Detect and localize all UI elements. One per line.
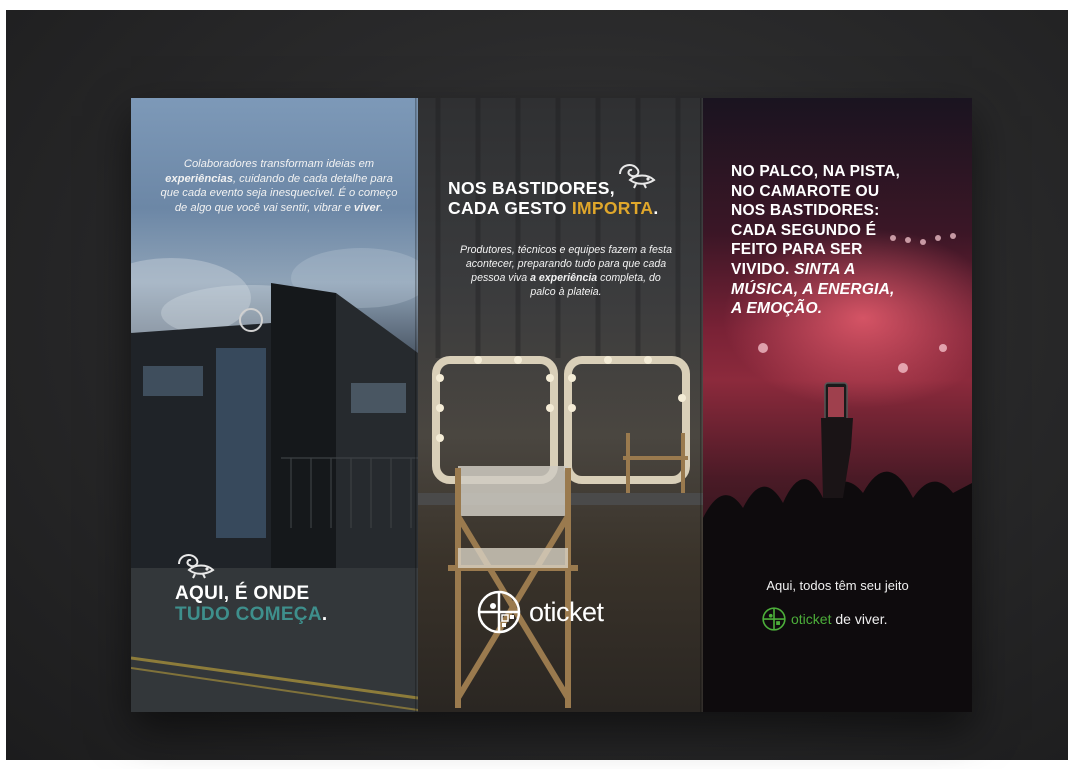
intro-emphasis-viver: viver (353, 201, 381, 214)
headline-italic-line-2: A EMOÇÃO. (731, 300, 823, 318)
oticket-logo-icon (477, 590, 521, 634)
tagline-line-1: Aqui, todos têm seu jeito (766, 578, 909, 593)
panel-left-headline: AQUI, É ONDE TUDO COMEÇA. (175, 583, 327, 625)
panel-right-headline: NO PALCO, NA PISTA, NO CAMAROTE OU NOS B… (731, 162, 900, 319)
chameleon-icon (178, 554, 215, 579)
chameleon-icon (619, 164, 656, 189)
panel-left: Colaboradores transformam ideias em expe… (131, 98, 418, 712)
mockup-background: Colaboradores transformam ideias em expe… (6, 10, 1068, 760)
headline-line-3: NOS BASTIDORES: (731, 202, 880, 220)
intro-text: Colaboradores transformam ideias em (183, 158, 375, 170)
panel-middle-body: Produtores, técnicos e equipes fazem a f… (460, 243, 672, 299)
intro-emphasis: experiências (165, 172, 233, 185)
headline-dot: . (653, 198, 659, 218)
panel-left-intro: Colaboradores transformam ideias em expe… (159, 157, 399, 215)
headline-dot: . (321, 604, 328, 625)
logo-wordmark: oticket (529, 596, 604, 627)
headline-line-5: FEITO PARA SER (731, 241, 863, 259)
tagline-brand: oticket (791, 611, 832, 627)
headline-line-4: CADA SEGUNDO É (731, 221, 877, 239)
body-emphasis: a experiência (530, 272, 598, 284)
headline-line-1: AQUI, É ONDE (175, 583, 310, 604)
trifold-brochure: Colaboradores transformam ideias em expe… (131, 98, 972, 712)
headline-line-2: NO CAMAROTE OU (731, 182, 880, 200)
headline-line-2: CADA GESTO (448, 198, 572, 218)
intro-period: . (380, 201, 384, 214)
headline-italic-line-1: MÚSICA, A ENERGIA, (731, 280, 895, 298)
headline-line-1: NO PALCO, NA PISTA, (731, 163, 900, 180)
panel-middle: NOS BASTIDORES, CADA GESTO IMPORTA. Prod… (418, 98, 703, 712)
oticket-logo: oticket (475, 588, 604, 636)
panel-right: NO PALCO, NA PISTA, NO CAMAROTE OU NOS B… (703, 98, 972, 712)
headline-line-6: VIVIDO. (731, 260, 795, 278)
headline-line-2: TUDO COMEÇA (175, 604, 322, 625)
tagline-rest: de viver. (831, 611, 888, 627)
oticket-logo-icon (762, 607, 786, 631)
headline-italic-start: SINTA A (794, 260, 856, 278)
headline-highlight: IMPORTA (571, 198, 654, 218)
tagline-line-2: oticket de viver. (761, 606, 888, 632)
